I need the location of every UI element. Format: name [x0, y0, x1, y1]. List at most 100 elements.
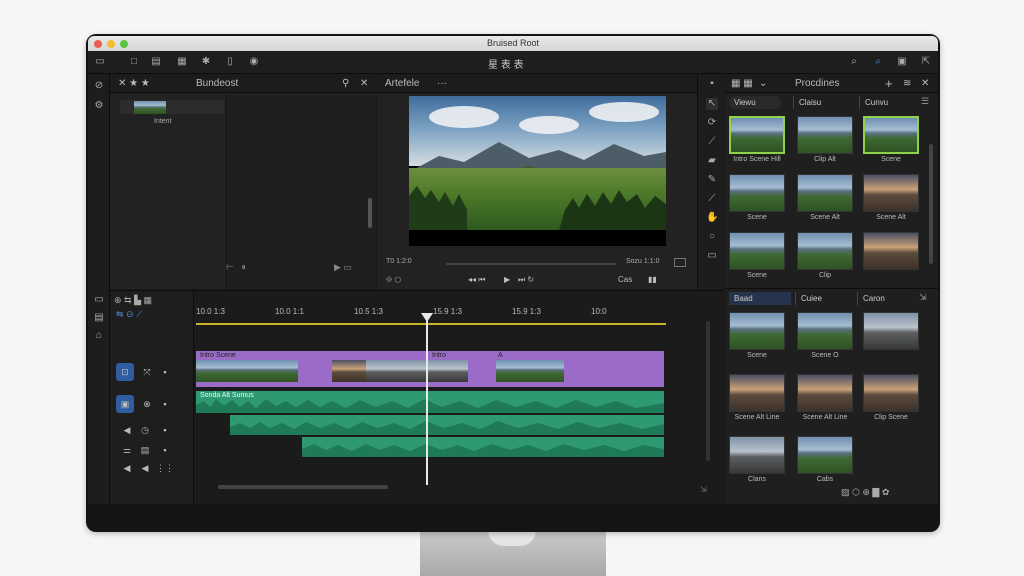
document-icon[interactable]: ▯ [224, 56, 236, 68]
media-thumbnail[interactable] [797, 374, 853, 412]
folder-icon[interactable]: ▭ [94, 56, 106, 68]
media-thumbnail[interactable] [797, 436, 853, 474]
preview-tab-title[interactable]: Procdines [795, 74, 839, 93]
pin-icon[interactable]: ⚲ [342, 74, 349, 93]
tab-cunvu[interactable]: Cunvu [859, 96, 917, 109]
audio-clip-2[interactable] [230, 415, 664, 435]
viewer-tab-title[interactable]: Artefele [385, 74, 419, 93]
tree-item-label[interactable]: Intent [154, 118, 172, 125]
rewind-icon[interactable]: ◂◂ ⏮ [468, 275, 485, 285]
square-icon[interactable]: □ [128, 56, 140, 68]
browser-tab-title[interactable]: Bundeost [196, 74, 238, 93]
range-tool-icon[interactable]: ▰ [706, 155, 718, 167]
snapping-icon[interactable]: ⇋ ⊙ ⟋ [116, 309, 142, 320]
effects-icon[interactable]: ✱ [200, 56, 212, 68]
media-thumbnail[interactable] [729, 116, 785, 154]
track-2-lock-icon[interactable]: ▪ [156, 395, 174, 413]
tab-view[interactable]: Viewu [729, 96, 781, 109]
track-1-lock-icon[interactable]: ▪ [156, 363, 174, 381]
track-2-mute-icon[interactable]: ⊗ [138, 395, 156, 413]
browser-scrollbar[interactable] [368, 198, 372, 228]
wifi-icon[interactable]: ≋ [903, 74, 911, 93]
fullscreen-icon[interactable] [674, 258, 686, 267]
viewer-zoom-label[interactable]: Cas [618, 275, 632, 284]
pen-tool-icon[interactable]: ✎ [706, 174, 718, 186]
media-thumbnail[interactable] [729, 374, 785, 412]
media-thumbnail[interactable] [797, 174, 853, 212]
track-5-speaker-icon[interactable]: ◀ [118, 459, 136, 477]
playhead[interactable] [426, 315, 428, 485]
forward-icon[interactable]: ⏭ ↻ [518, 275, 534, 285]
photo-icon[interactable]: ▣ [896, 56, 908, 68]
blade-tool-icon[interactable]: ⟋ [706, 136, 718, 148]
audio-meter-icon[interactable]: ▮▮ [648, 275, 657, 284]
tab-caron[interactable]: Caron [857, 292, 909, 305]
dropdown-icon[interactable]: ⌄ [759, 74, 767, 93]
track-2-target-icon[interactable]: ▣ [116, 395, 134, 413]
tool-icon[interactable]: ⊘ [93, 80, 105, 92]
timeline-corner-icon[interactable]: ⇲ [700, 485, 707, 494]
viewer-scrubber[interactable] [446, 263, 616, 265]
tab-baad[interactable]: Baad [729, 292, 791, 305]
tab-claisu[interactable]: Claisu [793, 96, 851, 109]
track-3-lock-icon[interactable]: ▪ [156, 421, 174, 439]
more-icon[interactable]: ··· [437, 74, 447, 93]
settings-icon[interactable]: ⚙ [93, 100, 105, 112]
calendar-icon[interactable]: ▤ [93, 312, 105, 324]
library-icon[interactable]: ▤ [150, 56, 162, 68]
media-thumbnail[interactable] [863, 232, 919, 270]
eye-icon[interactable]: ◉ [248, 56, 260, 68]
video-track-clip[interactable]: Intro Scene Intro A [196, 351, 664, 387]
media-thumbnail[interactable] [863, 174, 919, 212]
monitor-icon[interactable]: ▭ [93, 294, 105, 306]
text-tool-icon[interactable]: ▭ [706, 250, 718, 262]
media-thumbnail[interactable] [729, 174, 785, 212]
media-thumbnail[interactable] [729, 232, 785, 270]
track-4-solo-icon[interactable]: ▤ [136, 441, 154, 459]
track-4-lock-icon[interactable]: ▪ [156, 441, 174, 459]
media-thumbnail[interactable] [863, 312, 919, 350]
grid-icon[interactable]: ▦ ▦ [731, 74, 753, 93]
work-area-bar[interactable] [196, 323, 666, 325]
media-footer-icons[interactable]: ▨ ⬡ ⊕ ▇ ✿ [841, 487, 889, 498]
browser-footer-icons[interactable]: ⊢ ⏸ [226, 262, 246, 273]
search-icon[interactable]: ⌕ [848, 56, 860, 68]
transform-icon[interactable]: ⟐ ⬡ [386, 275, 401, 284]
timeline-ruler[interactable]: 10.0 1:3 10.0 1:1 10.5 1:3 15.9 1:3 15.9 1:3… [196, 303, 696, 323]
media-thumbnail[interactable] [863, 116, 919, 154]
timeline-v-scrollbar[interactable] [706, 321, 710, 461]
media-icon[interactable]: ▦ [176, 56, 188, 68]
close-media-icon[interactable]: ✕ [921, 74, 929, 93]
audio-clip-1[interactable]: Sonda Alt Sumus [196, 391, 664, 413]
media-thumbnail[interactable] [797, 312, 853, 350]
timeline-h-scrollbar[interactable] [218, 485, 388, 489]
close-panel-icon[interactable]: ✕ [360, 74, 368, 93]
add-icon[interactable]: + [885, 74, 893, 93]
play-icon[interactable]: ▶ [504, 275, 510, 284]
media-thumbnail[interactable] [863, 374, 919, 412]
viewer-canvas[interactable] [409, 96, 666, 246]
track-5-fx-icon[interactable]: ⋮⋮ [156, 459, 174, 477]
list-icon[interactable]: ☰ [921, 96, 929, 107]
playhead-handle[interactable] [421, 313, 433, 322]
track-4-eq-icon[interactable]: ⚌ [118, 441, 136, 459]
track-1-link-icon[interactable]: ⤧ [138, 363, 156, 381]
tab-cuiee[interactable]: Cuiee [795, 292, 847, 305]
star-icon[interactable]: ✕ ★ ★ [118, 74, 150, 93]
media-thumbnail[interactable] [729, 312, 785, 350]
play-small-icon[interactable]: ▶ ▭ [334, 262, 352, 273]
home-icon[interactable]: ⌂ [93, 330, 105, 342]
track-1-target-icon[interactable]: ⊡ [116, 363, 134, 381]
media-scrollbar[interactable] [929, 144, 933, 264]
track-3-clock-icon[interactable]: ◷ [136, 421, 154, 439]
zoom-tool-icon[interactable]: ○ [706, 231, 718, 243]
track-5-mute-icon[interactable]: ◀ [136, 459, 154, 477]
track-3-speaker-icon[interactable]: ◀ [118, 421, 136, 439]
media-thumbnail[interactable] [729, 436, 785, 474]
audio-clip-3[interactable] [302, 437, 664, 457]
brush-tool-icon[interactable]: ⟋ [706, 193, 718, 205]
media-thumbnail[interactable] [797, 116, 853, 154]
timeline-tools-icon[interactable]: ⊕ ⇆ ▙ ▦ [114, 295, 152, 306]
magnify-icon[interactable]: ⌕ [872, 56, 884, 68]
export-icon[interactable]: ⇱ [920, 56, 932, 68]
